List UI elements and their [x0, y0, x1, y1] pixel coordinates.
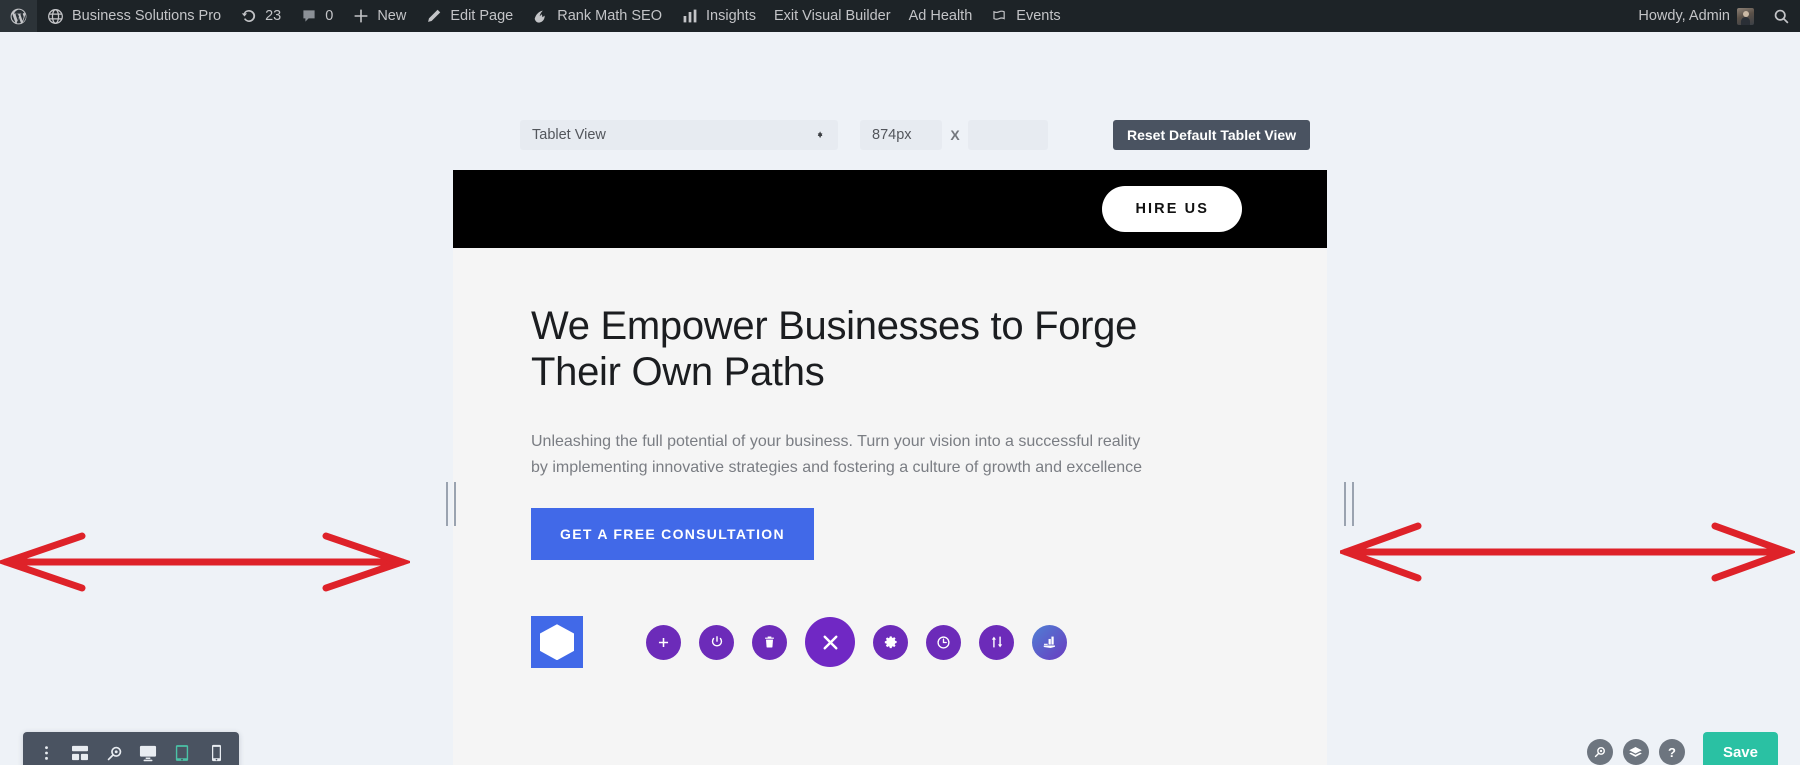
adminbar-rank-math[interactable]: Rank Math SEO: [522, 0, 671, 32]
plus-icon: [351, 7, 370, 26]
builder-bottom-right-controls: ? Save: [1586, 732, 1778, 765]
module-action-buttons: [646, 617, 1067, 668]
insights-label: Insights: [706, 8, 756, 24]
adminbar-site-name[interactable]: Business Solutions Pro: [37, 0, 230, 32]
adminbar-updates[interactable]: 23: [230, 0, 290, 32]
adminbar-comments[interactable]: 0: [290, 0, 342, 32]
edit-page-label: Edit Page: [450, 8, 514, 24]
preview-height-input[interactable]: [968, 120, 1048, 150]
comments-icon: [299, 7, 318, 26]
brand-logo-tile: [531, 616, 583, 669]
site-name-label: Business Solutions Pro: [72, 8, 222, 24]
exit-visual-builder-label: Exit Visual Builder: [773, 8, 891, 24]
adminbar-wordpress-logo[interactable]: [0, 0, 37, 32]
plus-circle-icon[interactable]: [646, 624, 681, 660]
builder-bottom-toolbar: [23, 732, 239, 765]
adminbar-edit-page[interactable]: Edit Page: [415, 0, 522, 32]
site-header-bar: HIRE US: [453, 170, 1327, 248]
avatar: [1737, 7, 1754, 25]
responsive-preview-toolbar: Tablet View ▲ ▼ 874px X Reset Default Tab…: [520, 120, 1311, 150]
pencil-icon: [424, 7, 443, 26]
greeting-label: Howdy, Admin: [1638, 8, 1730, 24]
chevron-updown-icon: ▲ ▼: [816, 129, 824, 140]
help-icon[interactable]: ?: [1658, 739, 1685, 765]
annotation-arrow-left: [0, 532, 410, 592]
desktop-view-icon[interactable]: [131, 732, 165, 765]
phone-view-icon[interactable]: [199, 732, 233, 765]
reset-default-tablet-view-button[interactable]: Reset Default Tablet View: [1113, 120, 1311, 150]
hire-us-button[interactable]: HIRE US: [1102, 186, 1242, 232]
view-mode-select[interactable]: Tablet View ▲ ▼: [520, 120, 838, 150]
wordpress-logo-icon: [9, 7, 28, 26]
adminbar-right-group: Howdy, Admin: [1629, 0, 1800, 32]
tablet-view-icon[interactable]: [165, 732, 199, 765]
hexagon-logo-icon: [540, 624, 574, 661]
wireframe-view-icon[interactable]: [63, 732, 97, 765]
search-icon[interactable]: [1586, 739, 1613, 765]
hero-icon-row: [531, 616, 1327, 669]
adminbar-my-account[interactable]: Howdy, Admin: [1629, 0, 1763, 32]
get-a-free-consultation-button[interactable]: GET A FREE CONSULTATION: [531, 508, 814, 561]
wp-admin-bar: Business Solutions Pro 23 0 New Edit Pag…: [0, 0, 1800, 32]
preview-width-input[interactable]: 874px: [860, 120, 942, 150]
adminbar-search[interactable]: [1763, 0, 1800, 32]
ad-health-label: Ad Health: [908, 8, 973, 24]
power-circle-icon[interactable]: [699, 624, 734, 660]
trash-circle-icon[interactable]: [752, 624, 787, 660]
sort-circle-icon[interactable]: [979, 624, 1014, 660]
stats-circle-icon[interactable]: [1032, 624, 1067, 660]
rankmath-icon: [531, 7, 550, 26]
save-button[interactable]: Save: [1702, 732, 1778, 765]
adminbar-events[interactable]: Events: [981, 0, 1069, 32]
canvas-resize-handle-right[interactable]: [1344, 482, 1354, 526]
hero-section: We Empower Businesses to Forge Their Own…: [453, 248, 1327, 669]
settings-circle-icon[interactable]: [873, 624, 908, 660]
chart-bars-icon: [680, 7, 699, 26]
site-icon: [46, 7, 65, 26]
adminbar-insights[interactable]: Insights: [671, 0, 765, 32]
updates-count: 23: [265, 8, 282, 24]
events-label: Events: [1016, 8, 1061, 24]
view-mode-value: Tablet View: [532, 127, 606, 143]
updates-icon: [239, 7, 258, 26]
annotation-arrow-right: [1340, 522, 1795, 582]
events-icon: [990, 7, 1009, 26]
hero-subtitle: Unleashing the full potential of your bu…: [531, 433, 1143, 476]
comments-count: 0: [325, 8, 334, 24]
dimension-separator: X: [950, 127, 960, 143]
visual-builder-page: Tablet View ▲ ▼ 874px X Reset Default Tab…: [0, 32, 1800, 765]
new-label: New: [377, 8, 407, 24]
layers-icon[interactable]: [1622, 739, 1649, 765]
close-circle-icon[interactable]: [805, 617, 855, 668]
clock-circle-icon[interactable]: [926, 624, 961, 660]
adminbar-new-content[interactable]: New: [342, 0, 415, 32]
rank-math-label: Rank Math SEO: [557, 8, 662, 24]
canvas-resize-handle-left[interactable]: [446, 482, 456, 526]
hero-title: We Empower Businesses to Forge Their Own…: [531, 304, 1138, 394]
zoom-out-view-icon[interactable]: [97, 732, 131, 765]
adminbar-exit-visual-builder[interactable]: Exit Visual Builder: [765, 0, 900, 32]
preview-width-value: 874px: [872, 127, 912, 143]
adminbar-ad-health[interactable]: Ad Health: [900, 0, 982, 32]
search-icon: [1772, 7, 1791, 26]
preview-canvas: HIRE US We Empower Businesses to Forge T…: [453, 170, 1327, 765]
more-options-icon[interactable]: [29, 732, 63, 765]
